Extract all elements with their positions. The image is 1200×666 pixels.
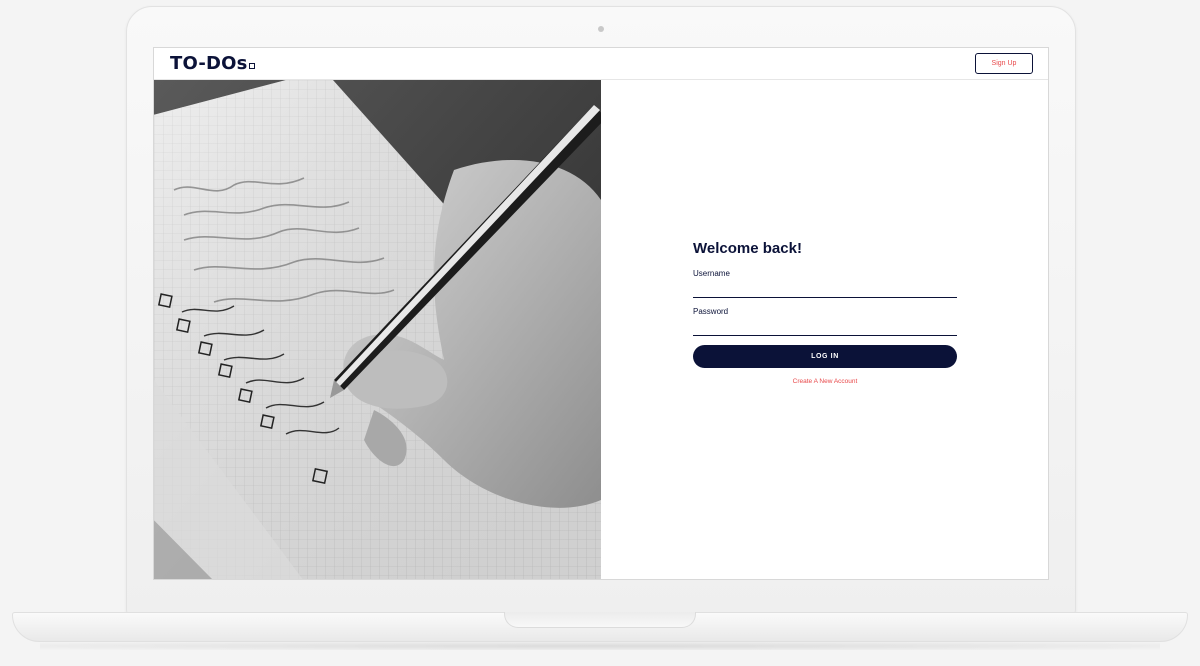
checkbox-icon xyxy=(248,63,255,69)
camera-icon xyxy=(598,26,604,32)
username-field[interactable] xyxy=(693,278,957,298)
password-label: Password xyxy=(693,307,729,316)
app-header: TO-DOs Sign Up xyxy=(154,48,1048,80)
app-screen: TO-DOs Sign Up Welcome back! Username Pa… xyxy=(153,47,1049,580)
create-account-link[interactable]: Create A New Account xyxy=(693,378,957,385)
notebook-checklist-illustration xyxy=(154,80,601,579)
username-label: Username xyxy=(693,269,730,278)
login-panel: Welcome back! Username Password LOG IN C… xyxy=(601,80,1048,579)
login-form: Welcome back! Username Password LOG IN C… xyxy=(693,240,957,385)
laptop-notch xyxy=(504,612,696,628)
password-field[interactable] xyxy=(693,316,957,336)
app-logo[interactable]: TO-DOs xyxy=(170,53,255,74)
logo-text: TO-DOs xyxy=(170,53,248,74)
hero-photo xyxy=(154,80,601,579)
sign-up-button[interactable]: Sign Up xyxy=(975,53,1033,74)
welcome-heading: Welcome back! xyxy=(693,240,802,257)
login-button[interactable]: LOG IN xyxy=(693,345,957,368)
laptop-shadow xyxy=(40,642,1160,650)
